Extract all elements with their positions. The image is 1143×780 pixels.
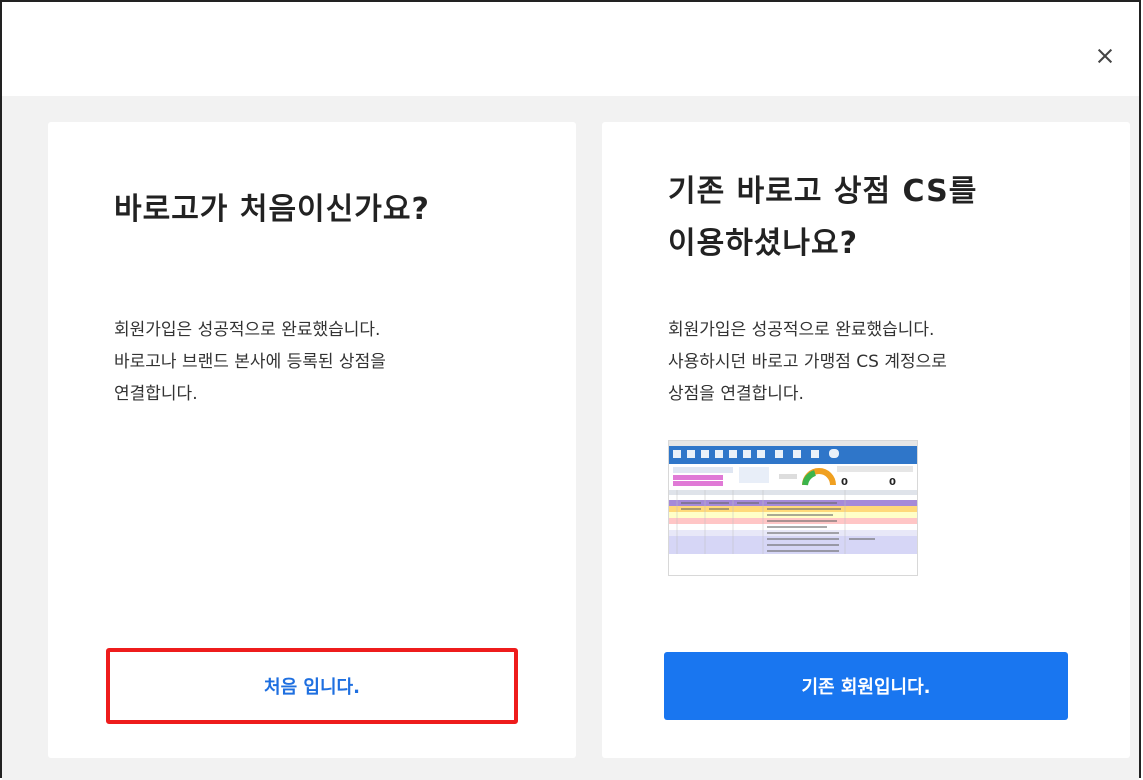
svg-text:0: 0 [841, 477, 848, 488]
modal-header [2, 2, 1139, 96]
existing-user-title: 기존 바로고 상점 CS를 이용하셨나요? [668, 166, 1088, 270]
existing-user-desc-line: 회원가입은 성공적으로 완료했습니다. [668, 320, 935, 340]
first-time-button[interactable]: 처음 입니다. [106, 648, 518, 724]
existing-user-desc-line: 사용하시던 바로고 가맹점 CS 계정으로 [668, 352, 947, 372]
existing-user-description: 회원가입은 성공적으로 완료했습니다. 사용하시던 바로고 가맹점 CS 계정으… [668, 314, 1088, 410]
existing-user-card: 기존 바로고 상점 CS를 이용하셨나요? 회원가입은 성공적으로 완료했습니다… [602, 122, 1130, 758]
new-user-desc-line: 회원가입은 성공적으로 완료했습니다. [114, 320, 381, 340]
new-user-desc-line: 연결합니다. [114, 384, 198, 404]
new-user-description: 회원가입은 성공적으로 완료했습니다. 바로고나 브랜드 본사에 등록된 상점을… [114, 314, 534, 410]
close-icon[interactable] [1091, 42, 1119, 70]
cs-program-preview-graphic: 0 0 [669, 441, 917, 575]
store-connect-modal: 바로고가 처음이신가요? 회원가입은 성공적으로 완료했습니다. 바로고나 브랜… [0, 0, 1141, 780]
existing-user-title-line: 기존 바로고 상점 CS를 [668, 174, 978, 209]
svg-text:0: 0 [889, 477, 896, 488]
existing-user-title-line: 이용하셨나요? [668, 226, 859, 261]
modal-body: 바로고가 처음이신가요? 회원가입은 성공적으로 완료했습니다. 바로고나 브랜… [2, 96, 1139, 780]
cs-program-preview-image: 0 0 [668, 440, 918, 576]
existing-user-desc-line: 상점을 연결합니다. [668, 384, 804, 404]
existing-member-button[interactable]: 기존 회원입니다. [664, 652, 1068, 720]
new-user-desc-line: 바로고나 브랜드 본사에 등록된 상점을 [114, 352, 386, 372]
new-user-title: 바로고가 처음이신가요? [114, 192, 430, 227]
new-user-card: 바로고가 처음이신가요? 회원가입은 성공적으로 완료했습니다. 바로고나 브랜… [48, 122, 576, 758]
